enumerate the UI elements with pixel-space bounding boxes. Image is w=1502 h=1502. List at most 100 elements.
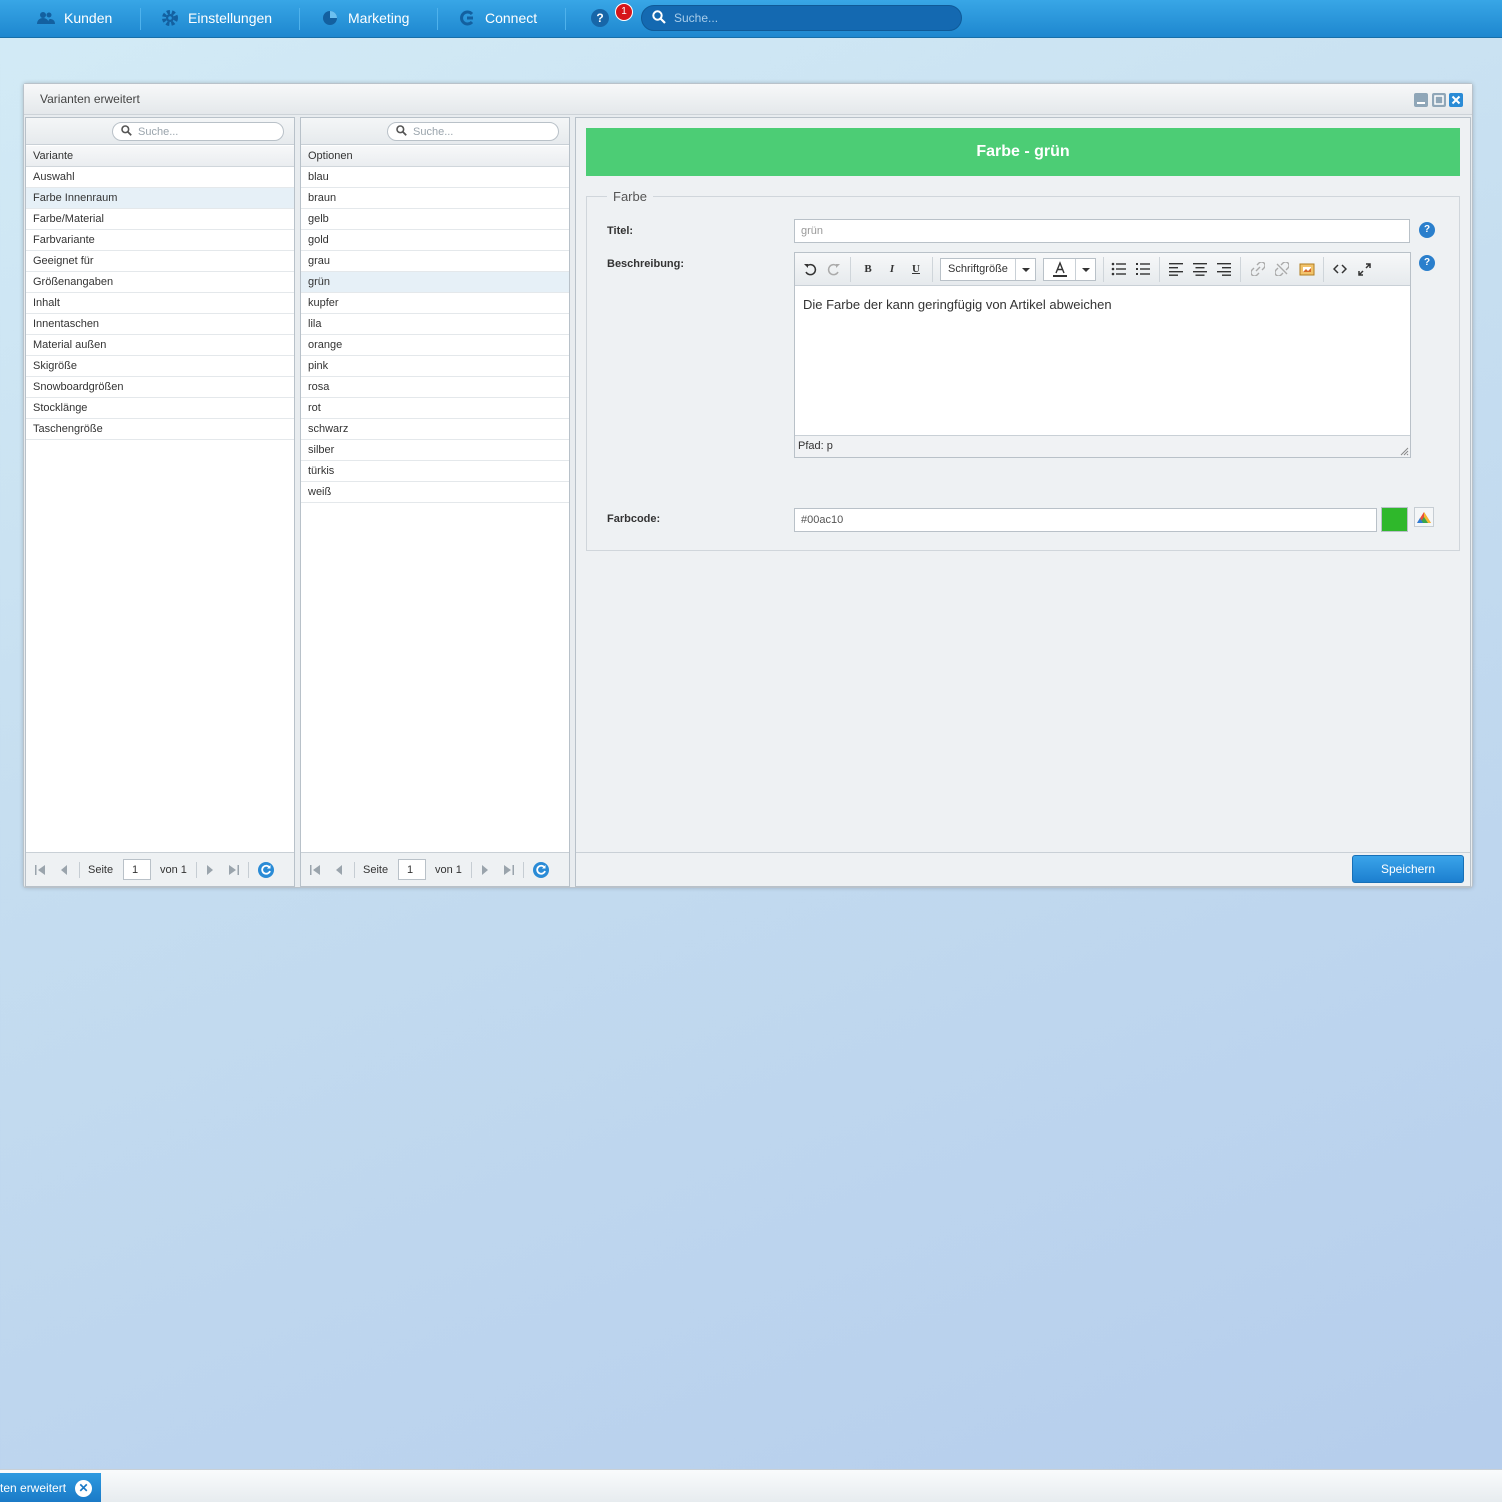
option-row[interactable]: grau (301, 251, 569, 272)
title-input[interactable] (794, 219, 1410, 243)
page-number-input[interactable] (398, 859, 426, 880)
prev-page-icon[interactable] (58, 864, 70, 876)
global-search-input[interactable] (674, 11, 934, 25)
nav-customers[interactable]: Kunden (36, 0, 112, 36)
search-icon (396, 124, 407, 139)
colorcode-input[interactable] (794, 508, 1377, 532)
variant-row[interactable]: Innentaschen (26, 314, 294, 335)
variant-row[interactable]: Größenangaben (26, 272, 294, 293)
option-row[interactable]: gelb (301, 209, 569, 230)
option-row[interactable]: orange (301, 335, 569, 356)
last-page-icon[interactable] (503, 864, 515, 876)
help-icon[interactable]: ? (591, 9, 609, 27)
color-swatch (1381, 507, 1408, 532)
bullet-list-icon[interactable] (1110, 260, 1128, 278)
variant-row[interactable]: Geeignet für (26, 251, 294, 272)
pager-divider (523, 862, 524, 878)
nav-settings[interactable]: Einstellungen (160, 0, 272, 36)
help-icon[interactable]: ? (1419, 222, 1435, 238)
option-row[interactable]: braun (301, 188, 569, 209)
underline-button[interactable]: U (907, 260, 925, 278)
nav-divider (565, 8, 566, 30)
pager-divider (248, 862, 249, 878)
numbered-list-icon[interactable] (1134, 260, 1152, 278)
option-row[interactable]: blau (301, 167, 569, 188)
italic-button[interactable]: I (883, 260, 901, 278)
align-right-icon[interactable] (1215, 260, 1233, 278)
prev-page-icon[interactable] (333, 864, 345, 876)
variant-row[interactable]: Taschengröße (26, 419, 294, 440)
option-row[interactable]: türkis (301, 461, 569, 482)
refresh-icon[interactable] (258, 862, 274, 878)
option-row[interactable]: gold (301, 230, 569, 251)
first-page-icon[interactable] (34, 864, 46, 876)
option-row[interactable]: rosa (301, 377, 569, 398)
variant-row[interactable]: Stocklänge (26, 398, 294, 419)
taskbar: ten erweitert ✕ (0, 1469, 1502, 1502)
image-icon[interactable] (1298, 260, 1316, 278)
option-row[interactable]: kupfer (301, 293, 569, 314)
fullscreen-icon[interactable] (1355, 260, 1373, 278)
save-button[interactable]: Speichern (1352, 855, 1464, 883)
detail-panel: Farbe - grün Farbe Titel: ? Beschreibung… (575, 117, 1471, 887)
color-picker-icon[interactable] (1414, 507, 1434, 527)
font-size-select[interactable]: Schriftgröße (940, 258, 1036, 281)
global-search[interactable] (641, 5, 962, 31)
gear-icon (160, 8, 180, 28)
close-icon[interactable] (1449, 93, 1463, 107)
link-icon[interactable] (1249, 260, 1267, 278)
source-code-icon[interactable] (1331, 260, 1349, 278)
text-color-select[interactable] (1043, 258, 1096, 281)
next-page-icon[interactable] (479, 864, 491, 876)
maximize-icon[interactable] (1432, 93, 1446, 107)
redo-icon[interactable] (825, 260, 843, 278)
variant-row[interactable]: Material außen (26, 335, 294, 356)
align-left-icon[interactable] (1167, 260, 1185, 278)
option-row[interactable]: rot (301, 398, 569, 419)
variant-row[interactable]: Farbe Innenraum (26, 188, 294, 209)
variant-row[interactable]: Farbe/Material (26, 209, 294, 230)
unlink-icon[interactable] (1273, 260, 1291, 278)
variants-column-header[interactable]: Variante (26, 146, 294, 167)
bold-button[interactable]: B (859, 260, 877, 278)
nav-connect-label: Connect (485, 10, 538, 26)
minimize-icon[interactable] (1414, 93, 1428, 107)
variants-search[interactable] (112, 122, 284, 141)
option-row[interactable]: grün (301, 272, 569, 293)
option-row[interactable]: lila (301, 314, 569, 335)
nav-connect[interactable]: Connect (457, 0, 537, 36)
first-page-icon[interactable] (309, 864, 321, 876)
options-panel: Optionen blaubraungelbgoldgraugrünkupfer… (300, 117, 570, 887)
variant-row[interactable]: Snowboardgrößen (26, 377, 294, 398)
refresh-icon[interactable] (533, 862, 549, 878)
notification-badge[interactable]: 1 (615, 3, 633, 21)
align-center-icon[interactable] (1191, 260, 1209, 278)
window-header[interactable]: Varianten erweitert (24, 84, 1472, 115)
options-search[interactable] (387, 122, 559, 141)
option-row[interactable]: pink (301, 356, 569, 377)
variant-row[interactable]: Skigröße (26, 356, 294, 377)
option-row[interactable]: silber (301, 440, 569, 461)
variant-row[interactable]: Farbvariante (26, 230, 294, 251)
help-icon[interactable]: ? (1419, 255, 1435, 271)
close-icon[interactable]: ✕ (75, 1480, 92, 1497)
undo-icon[interactable] (801, 260, 819, 278)
next-page-icon[interactable] (204, 864, 216, 876)
toolbar-divider (1159, 257, 1160, 282)
option-row[interactable]: schwarz (301, 419, 569, 440)
options-column-header[interactable]: Optionen (301, 146, 569, 167)
variant-row[interactable]: Inhalt (26, 293, 294, 314)
page-number-input[interactable] (123, 859, 151, 880)
nav-marketing[interactable]: Marketing (320, 0, 409, 36)
variant-row[interactable]: Auswahl (26, 167, 294, 188)
options-search-input[interactable] (413, 125, 543, 138)
taskbar-window-tab[interactable]: ten erweitert ✕ (0, 1473, 101, 1502)
resize-handle-icon[interactable] (1399, 446, 1409, 456)
variants-search-input[interactable] (138, 125, 268, 138)
option-row[interactable]: weiß (301, 482, 569, 503)
editor-content[interactable]: Die Farbe der kann geringfügig von Artik… (795, 287, 1410, 435)
pager-divider (79, 862, 80, 878)
nav-settings-label: Einstellungen (188, 10, 273, 26)
last-page-icon[interactable] (228, 864, 240, 876)
nav-customers-label: Kunden (64, 10, 113, 26)
